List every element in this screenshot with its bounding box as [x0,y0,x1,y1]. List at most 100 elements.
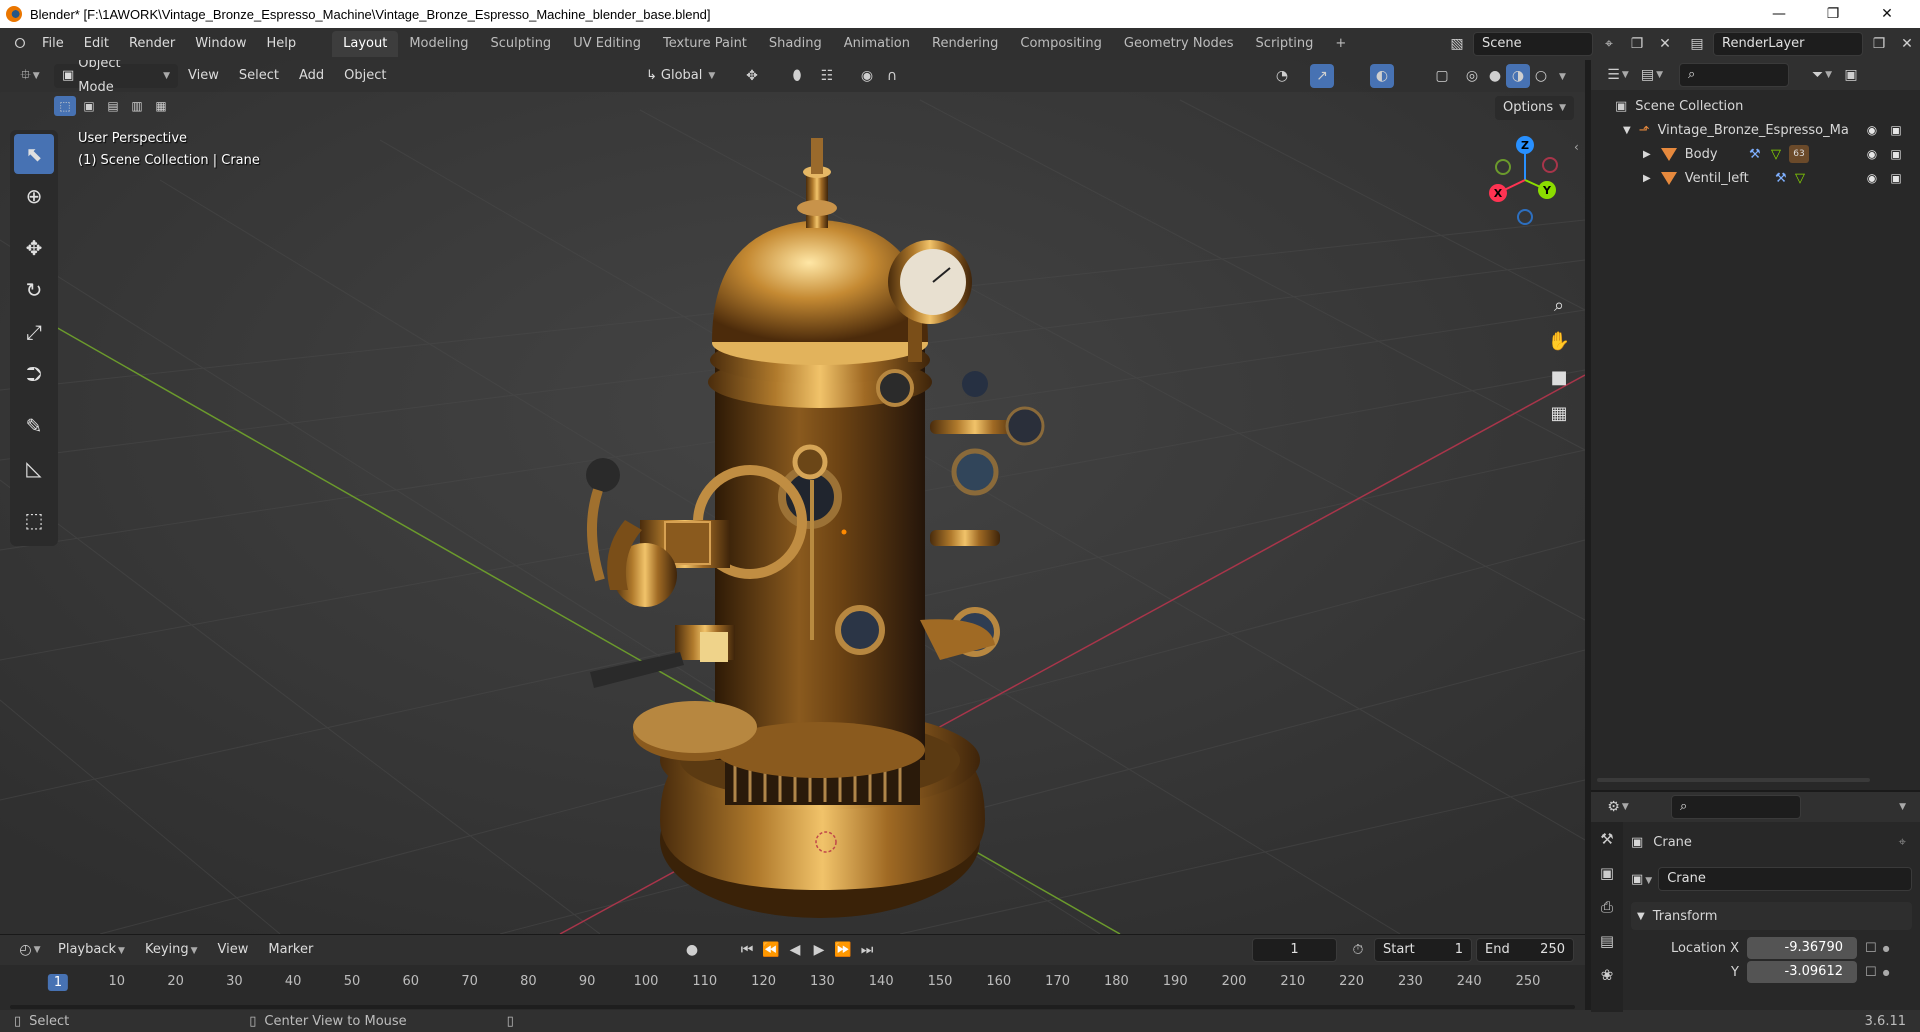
select-new-icon[interactable]: ⬚ [54,96,76,116]
modifier-wrench-icon[interactable]: ⚒ [1749,147,1761,162]
rotate-tool-icon[interactable]: ↻ [14,270,54,310]
cursor-tool-icon[interactable]: ⊕ [14,176,54,216]
object-name-field[interactable]: Crane [1658,867,1912,891]
menu-edit[interactable]: Edit [74,32,119,56]
modifier-wrench-icon[interactable]: ⚒ [1775,171,1787,186]
expand-toggle-icon[interactable]: ▼ [1623,125,1631,136]
properties-options-icon[interactable]: ▼ [1899,802,1906,812]
timeline-frame-60[interactable]: 60 [403,974,420,989]
scene-icon[interactable]: ▧ [1445,32,1469,56]
render-camera-icon[interactable]: ▣ [1887,147,1905,161]
ortho-toggle-grid-icon[interactable]: ▦ [1542,396,1576,430]
timeline-frame-240[interactable]: 240 [1457,974,1482,989]
solid-shading-icon[interactable]: ● [1483,64,1507,88]
viewport-menu-add[interactable]: Add [289,64,334,88]
render-tab-icon[interactable]: ▣ [1591,856,1623,890]
transform-tool-icon[interactable]: ⮊ [14,354,54,394]
timeline-frame-210[interactable]: 210 [1280,974,1305,989]
lock-icon[interactable]: ☐ [1865,941,1877,956]
properties-editor-type-icon[interactable]: ⚙ ▼ [1601,795,1635,819]
location-x-field[interactable]: -9.36790 [1747,937,1857,959]
gizmo-toggle-icon[interactable]: ↗ [1310,64,1334,88]
timeline-frame-100[interactable]: 100 [634,974,659,989]
viewport-menu-object[interactable]: Object [334,64,396,88]
output-tab-icon[interactable]: ⎙ [1591,890,1623,924]
add-workspace-button[interactable]: + [1324,31,1357,57]
outliner-search-input[interactable]: ⌕ [1679,63,1789,87]
timeline-frame-180[interactable]: 180 [1104,974,1129,989]
close-window-button[interactable]: ✕ [1860,0,1914,28]
timeline-scrollbar[interactable] [10,1005,1575,1009]
jump-keyframe-next-icon[interactable]: ⏩ [831,938,855,962]
timeline-frame-170[interactable]: 170 [1045,974,1070,989]
start-frame-field[interactable]: Start 1 [1374,938,1472,962]
timeline-menu-marker[interactable]: Marker [258,938,323,962]
overlays-toggle-icon[interactable]: ◐ [1370,64,1394,88]
viewport-options-button[interactable]: Options ▼ [1495,96,1575,120]
timeline-frame-200[interactable]: 200 [1222,974,1247,989]
visibility-icon[interactable]: ◔ [1270,64,1294,88]
add-cube-tool-icon[interactable]: ⬚ [14,500,54,540]
zoom-icon[interactable]: ⌕ [1542,288,1576,322]
pan-hand-icon[interactable]: ✋ [1542,324,1576,358]
panel-collapse-icon[interactable]: ▼ [1637,911,1645,922]
timeline-frame-160[interactable]: 160 [986,974,1011,989]
proportional-editing-icon[interactable]: ◉ [855,64,879,88]
timeline-frame-190[interactable]: 190 [1163,974,1188,989]
auto-keying-icon[interactable]: ● [680,938,704,962]
tab-modeling[interactable]: Modeling [398,31,479,57]
gizmo-neg-x[interactable] [1542,157,1558,173]
timeline-frame-50[interactable]: 50 [344,974,361,989]
minimize-button[interactable]: — [1752,0,1806,28]
timeline-frame-140[interactable]: 140 [869,974,894,989]
delete-scene-icon[interactable]: ✕ [1653,32,1677,56]
viewport-menu-select[interactable]: Select [229,64,289,88]
render-camera-icon[interactable]: ▣ [1887,123,1905,137]
timeline-frame-90[interactable]: 90 [579,974,596,989]
outliner-editor-type-icon[interactable]: ☰ ▼ [1601,63,1635,87]
timeline-frame-150[interactable]: 150 [928,974,953,989]
snap-icon[interactable]: ⬮ [785,64,809,88]
timeline-ruler[interactable]: 1 10 20 30 40 50 60 70 80 90 100 110 120 130 140 150 160… [0,965,1585,1011]
timeline-frame-80[interactable]: 80 [520,974,537,989]
scene-tab-icon[interactable]: ❀ [1591,958,1623,992]
scale-tool-icon[interactable]: ⤢ [14,312,54,352]
timeline-frame-130[interactable]: 130 [810,974,835,989]
filter-icon[interactable]: ⏷ ▼ [1805,63,1839,87]
menu-help[interactable]: Help [257,32,307,56]
outliner-scene-collection[interactable]: ▣ Scene Collection [1591,94,1920,118]
timeline-frame-120[interactable]: 120 [751,974,776,989]
select-subtract-icon[interactable]: ▤ [102,96,124,116]
visibility-eye-icon[interactable]: ◉ [1863,171,1881,185]
menu-render[interactable]: Render [119,32,185,56]
wireframe-shading-icon[interactable]: ◎ [1460,64,1484,88]
gizmo-neg-y[interactable] [1495,159,1511,175]
camera-view-icon[interactable]: ■ [1542,360,1576,394]
tab-layout[interactable]: Layout [332,31,399,57]
editor-type-icon[interactable]: ⯐ ▼ [12,64,48,88]
tool-tab-icon[interactable]: ⚒ [1591,822,1623,856]
timeline-menu-playback[interactable]: Playback ▼ [48,938,135,962]
pivot-point-icon[interactable]: ✥ [740,64,764,88]
view-layer-icon[interactable]: ▤ [1685,32,1709,56]
new-view-layer-icon[interactable]: ❐ [1867,32,1891,56]
timeline-menu-keying[interactable]: Keying ▼ [135,938,208,962]
timeline-frame-230[interactable]: 230 [1398,974,1423,989]
material-preview-icon[interactable]: ◑ [1506,64,1530,88]
restore-button[interactable]: ❐ [1806,0,1860,28]
outliner-scrollbar[interactable] [1597,778,1870,782]
mode-dropdown[interactable]: ▣ Object Mode ▼ [54,60,178,95]
visibility-eye-icon[interactable]: ◉ [1863,123,1881,137]
sidebar-toggle-icon[interactable]: ‹ [1574,140,1579,154]
properties-search-input[interactable]: ⌕ [1671,795,1801,819]
tab-uv-editing[interactable]: UV Editing [562,31,652,57]
tab-geometry-nodes[interactable]: Geometry Nodes [1113,31,1245,57]
3d-viewport[interactable]: ⯐ ▼ ▣ Object Mode ▼ View Select Add Objec… [0,60,1585,934]
timeline-menu-view[interactable]: View [208,938,259,962]
preview-range-icon[interactable]: ⏱ [1346,938,1370,962]
timeline-frame-30[interactable]: 30 [226,974,243,989]
current-frame-field[interactable]: 1 [1252,938,1337,962]
view-layer-field[interactable]: RenderLayer [1713,32,1863,56]
play-reverse-icon[interactable]: ◀ [783,938,807,962]
expand-toggle-icon[interactable]: ▶ [1643,149,1651,160]
